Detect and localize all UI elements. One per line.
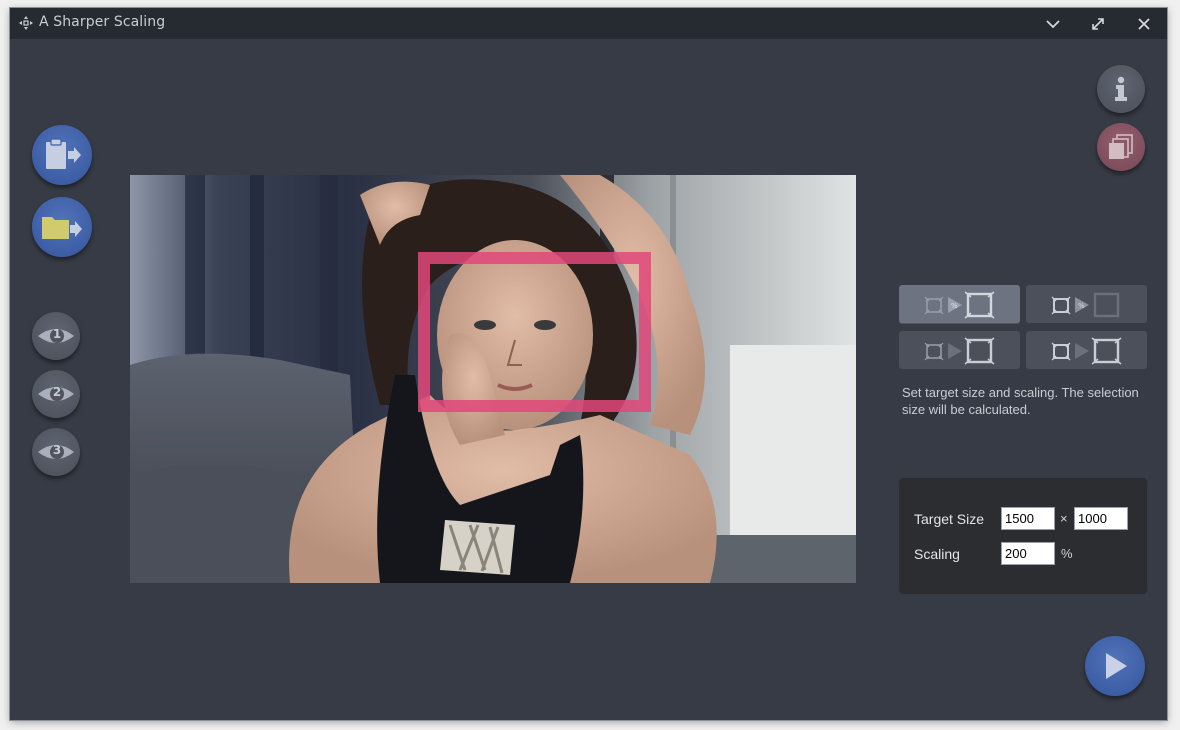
- play-icon: [1106, 653, 1127, 679]
- preview-3-button[interactable]: 3: [32, 428, 80, 476]
- target-size-label: Target Size: [914, 511, 985, 527]
- percent-sign: %: [1061, 546, 1073, 561]
- percent-glyph: %: [951, 302, 958, 310]
- times-sign: ×: [1060, 511, 1068, 526]
- close-button[interactable]: [1133, 13, 1155, 35]
- settings-panel: Target Size × Scaling %: [899, 478, 1147, 594]
- scaling-label: Scaling: [914, 546, 960, 562]
- maximize-button[interactable]: [1087, 13, 1109, 35]
- open-file-button[interactable]: [32, 197, 92, 257]
- preview-2-label: 2: [52, 385, 62, 399]
- mode-selection-to-target-button[interactable]: [899, 331, 1020, 370]
- preview-2-button[interactable]: 2: [32, 370, 80, 418]
- image-preview[interactable]: [130, 175, 856, 583]
- target-height-input[interactable]: [1074, 507, 1128, 530]
- mode-hint-text: Set target size and scaling. The selecti…: [902, 385, 1139, 417]
- target-width-input[interactable]: [1001, 507, 1055, 530]
- app-icon: [19, 16, 33, 30]
- info-icon: [1115, 76, 1127, 101]
- paste-from-clipboard-button[interactable]: [32, 125, 92, 185]
- folder-arrow-icon: [42, 217, 82, 239]
- small-square-percent-big-square-icon: %: [924, 290, 994, 319]
- small-square-to-big-square-icon: [924, 336, 994, 365]
- window-title: A Sharper Scaling: [39, 14, 166, 30]
- preview-3-label: 3: [52, 443, 62, 457]
- info-button[interactable]: [1097, 65, 1145, 113]
- stacked-pages-icon: [1109, 134, 1133, 159]
- small-square-to-big-square-icon: [1051, 336, 1121, 365]
- batch-button[interactable]: [1097, 123, 1145, 171]
- preview-1-button[interactable]: 1: [32, 312, 80, 360]
- percent-glyph: %: [1078, 302, 1085, 310]
- app-window: A Sharper Scaling 1 2 3 % % Set target s…: [10, 8, 1167, 720]
- selection-rectangle[interactable]: [418, 252, 651, 412]
- small-square-percent-big-square-icon: %: [1051, 292, 1119, 317]
- title-bar: A Sharper Scaling: [10, 8, 1167, 39]
- maximize-icon: [1092, 18, 1104, 30]
- mode-target-size-and-scaling-button[interactable]: %: [899, 285, 1020, 324]
- mode-selection-size-and-scaling-button[interactable]: %: [1026, 285, 1147, 324]
- clipboard-arrow-icon: [46, 138, 81, 169]
- start-scaling-button[interactable]: [1085, 636, 1145, 696]
- scaling-input[interactable]: [1001, 542, 1055, 565]
- chevron-down-icon: [1046, 20, 1060, 29]
- preview-1-label: 1: [52, 327, 62, 341]
- close-icon: [1138, 18, 1150, 30]
- mode-selection-to-target-alt-button[interactable]: [1026, 331, 1147, 370]
- collapse-button[interactable]: [1042, 13, 1064, 35]
